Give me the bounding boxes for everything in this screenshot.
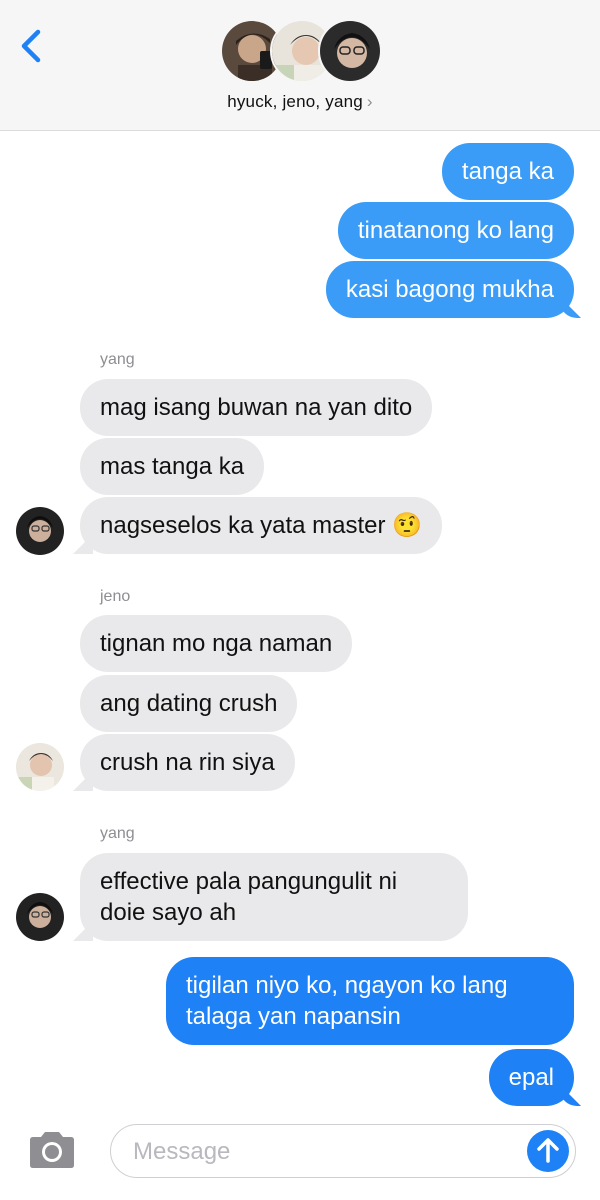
message-text-line: effective pala pangungulit ni <box>100 868 398 895</box>
group-name-text: hyuck, jeno, yang <box>227 92 363 111</box>
incoming-message[interactable]: effective pala pangungulit ni doie sayo … <box>80 853 468 941</box>
message-text: epal <box>508 1064 554 1091</box>
message-field[interactable] <box>110 1124 576 1178</box>
incoming-message[interactable]: mas tanga ka <box>80 438 265 495</box>
outgoing-message[interactable]: tigilan niyo ko, ngayon ko lang talaga y… <box>166 957 574 1045</box>
sender-name: yang <box>100 351 135 368</box>
incoming-message[interactable]: nagseselos ka yata master 🤨 <box>80 497 443 554</box>
incoming-message[interactable]: crush na rin siya <box>80 734 295 791</box>
sender-name: yang <box>100 825 135 842</box>
outgoing-message[interactable]: tanga ka <box>441 143 574 200</box>
chevron-left-icon <box>21 29 41 63</box>
message-text-line: talaga yan napansin <box>186 1003 401 1030</box>
back-button[interactable] <box>14 26 50 66</box>
avatar-yang <box>318 19 382 83</box>
outgoing-message[interactable]: kasi bagong mukha <box>325 261 574 318</box>
message-text: kasi bagong mukha <box>345 276 554 303</box>
message-text: tinatanong ko lang <box>357 217 554 244</box>
conversation-header: hyuck, jeno, yang › <box>0 0 600 131</box>
message-text: ang dating crush <box>100 690 278 717</box>
group-avatars[interactable] <box>220 19 382 85</box>
incoming-message[interactable]: ang dating crush <box>80 675 298 732</box>
incoming-message[interactable]: tignan mo nga naman <box>80 615 353 672</box>
message-input[interactable] <box>133 1135 513 1169</box>
camera-button[interactable] <box>26 1130 78 1170</box>
avatar-jeno[interactable] <box>16 743 64 791</box>
message-text: mas tanga ka <box>100 453 245 480</box>
chevron-right-icon: › <box>366 92 373 111</box>
arrow-up-icon <box>537 1138 559 1163</box>
message-text: tignan mo nga naman <box>100 630 333 657</box>
message-text: mag isang buwan na yan dito <box>100 394 413 421</box>
message-text-line: doie sayo ah <box>100 899 237 926</box>
sender-name: jeno <box>100 588 131 605</box>
outgoing-message[interactable]: epal <box>488 1049 574 1106</box>
avatar-yang[interactable] <box>16 893 64 941</box>
message-text-line: tigilan niyo ko, ngayon ko lang <box>186 972 508 999</box>
message-text: nagseselos ka yata master 🤨 <box>100 512 423 539</box>
send-button[interactable] <box>527 1130 569 1172</box>
message-text: tanga ka <box>461 158 554 185</box>
camera-icon <box>30 1132 74 1168</box>
group-name[interactable]: hyuck, jeno, yang › <box>0 92 600 112</box>
incoming-message[interactable]: mag isang buwan na yan dito <box>80 379 433 436</box>
avatar-yang[interactable] <box>16 507 64 555</box>
message-text: crush na rin siya <box>100 749 275 776</box>
outgoing-message[interactable]: tinatanong ko lang <box>337 202 574 259</box>
